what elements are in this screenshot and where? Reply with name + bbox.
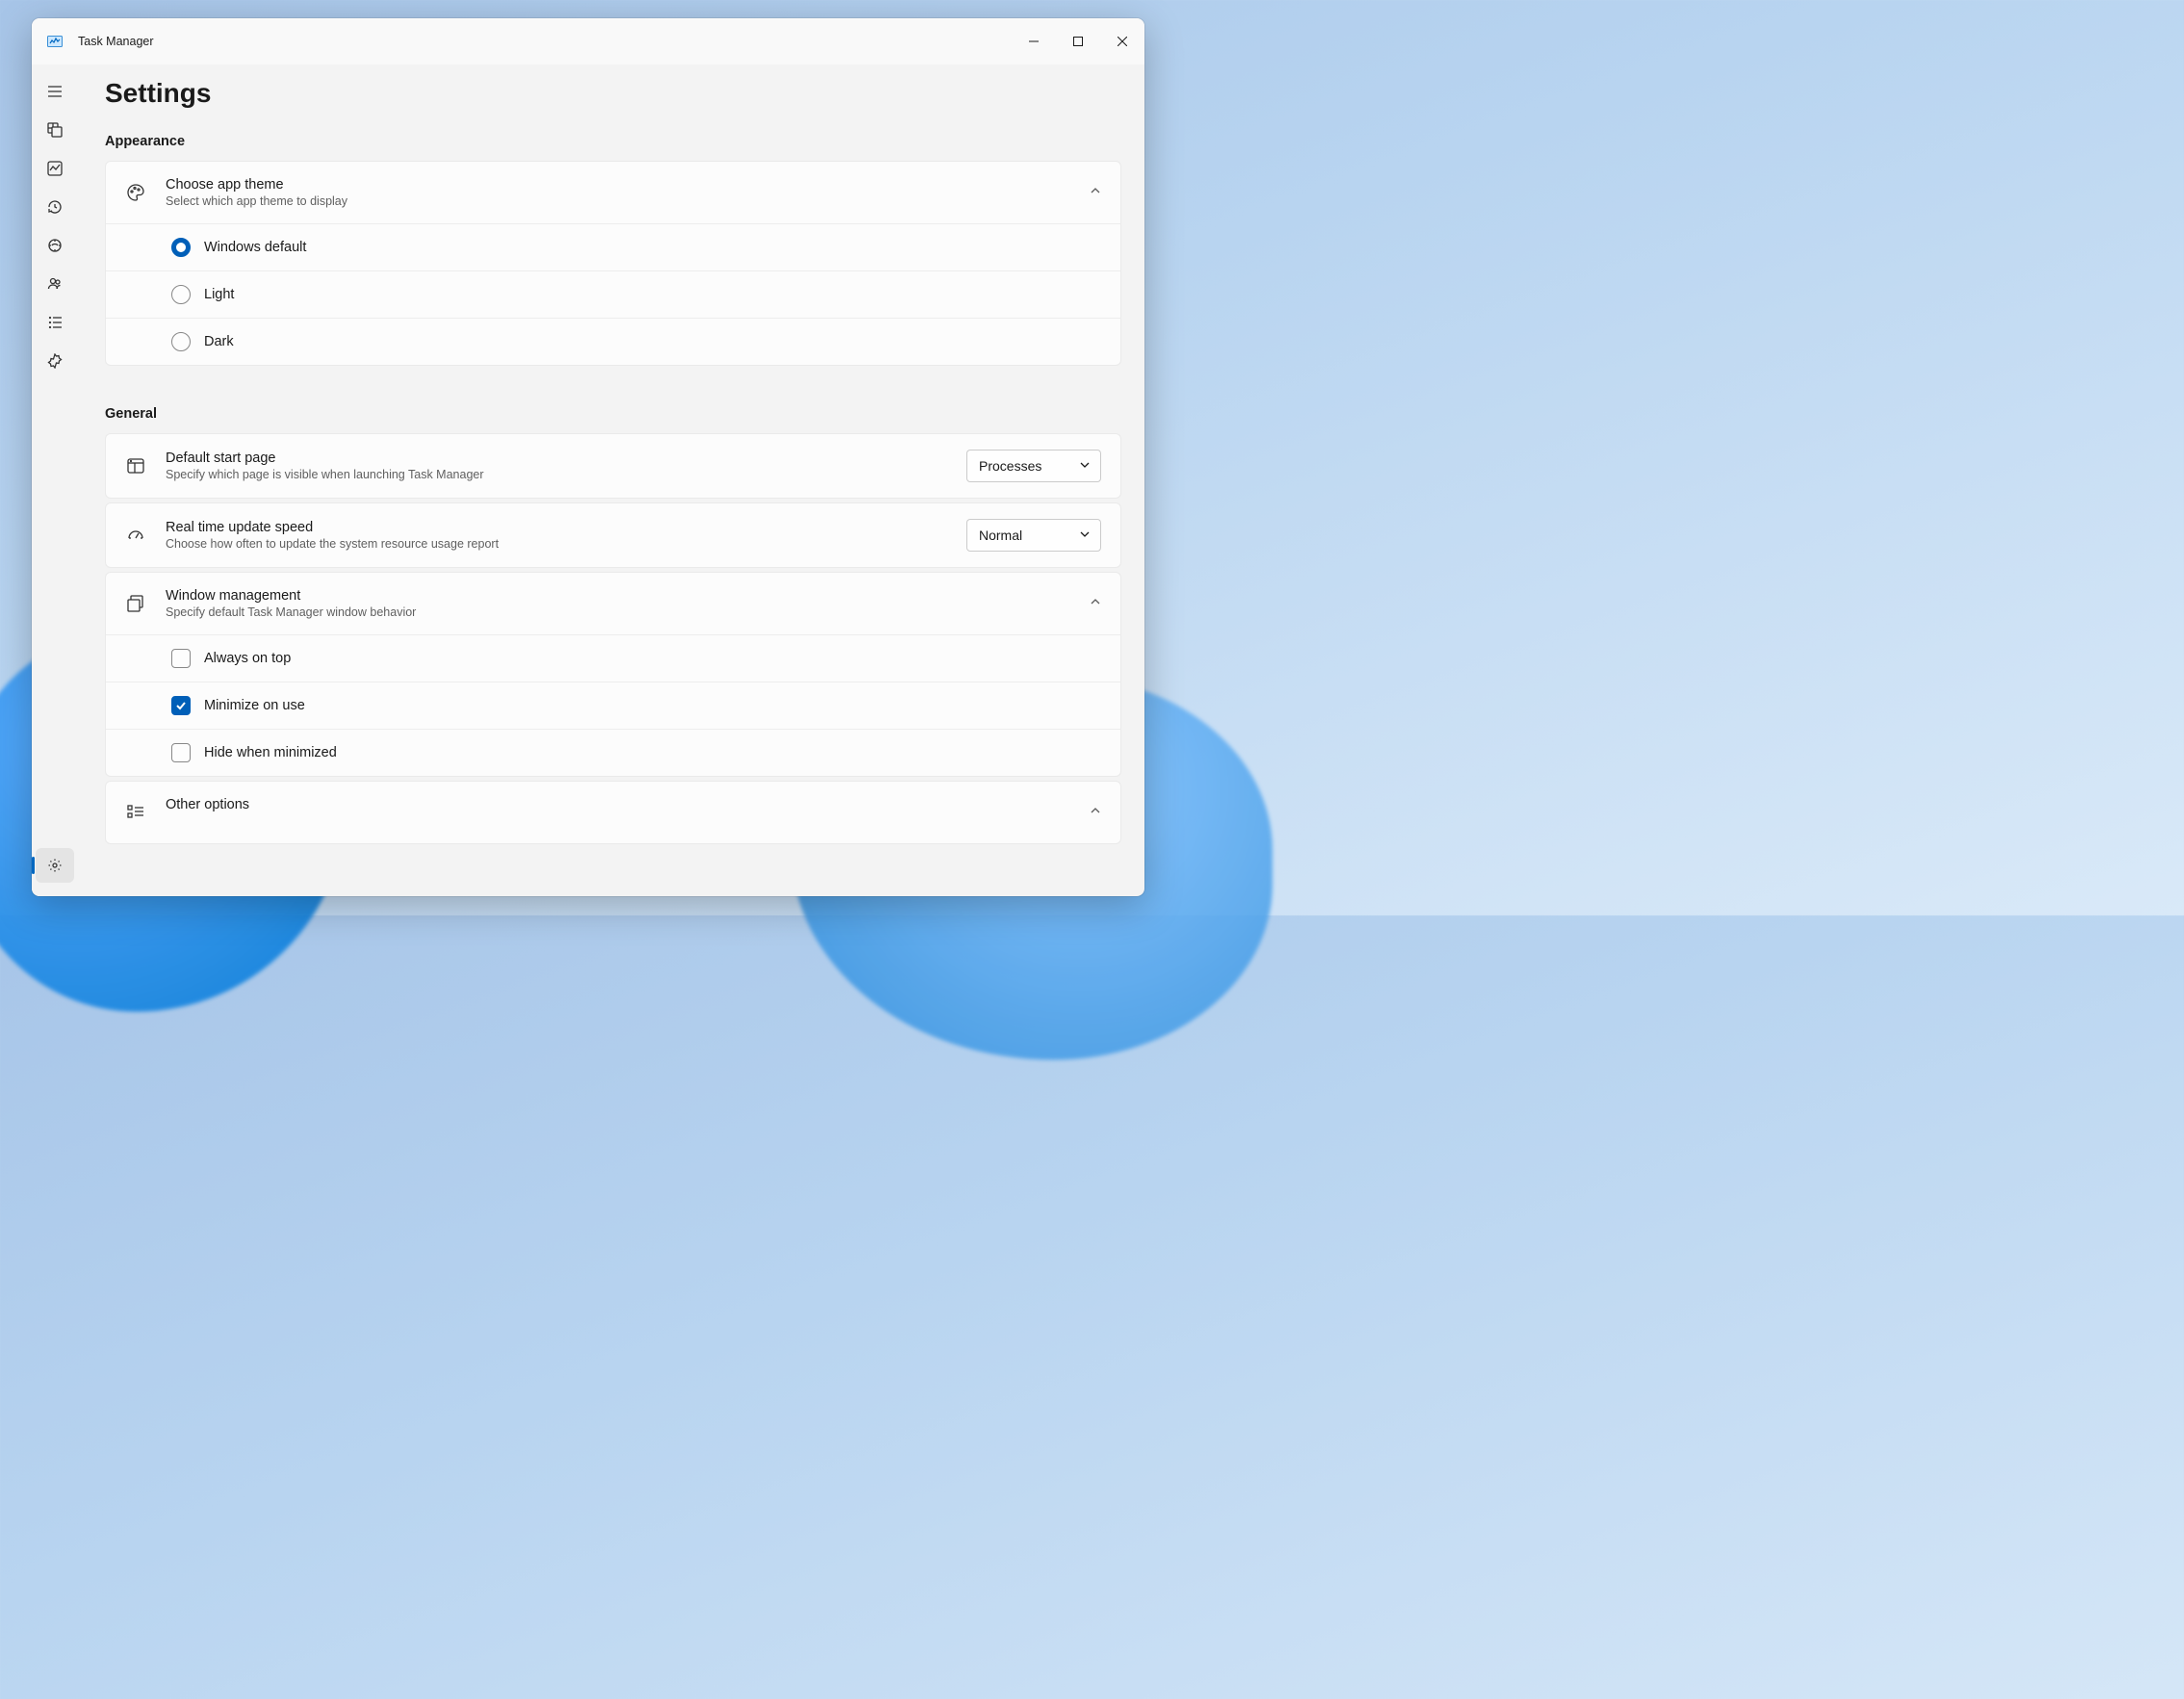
radio-icon[interactable]: [171, 238, 191, 257]
option-label: Minimize on use: [204, 698, 305, 713]
maximize-button[interactable]: [1056, 18, 1100, 64]
option-hide-when-minimized[interactable]: Hide when minimized: [106, 729, 1120, 776]
start-page-subtitle: Specify which page is visible when launc…: [166, 468, 947, 481]
other-options-header[interactable]: Other options x: [106, 782, 1120, 843]
sidebar-item-settings[interactable]: [36, 848, 74, 883]
theme-option-label: Windows default: [204, 240, 306, 255]
start-page-card: Default start page Specify which page is…: [105, 433, 1121, 499]
checkbox-icon[interactable]: [171, 649, 191, 668]
chevron-up-icon: [1090, 804, 1101, 821]
option-always-on-top[interactable]: Always on top: [106, 634, 1120, 682]
sidebar-item-services[interactable]: [36, 344, 74, 378]
theme-option-default[interactable]: Windows default: [106, 223, 1120, 270]
section-general-label: General: [105, 406, 1121, 422]
update-speed-card: Real time update speed Choose how often …: [105, 502, 1121, 568]
option-label: Hide when minimized: [204, 745, 337, 760]
theme-title: Choose app theme: [166, 177, 1070, 193]
sidebar-item-processes[interactable]: [36, 113, 74, 147]
list-icon: [125, 802, 146, 823]
sidebar-item-app-history[interactable]: [36, 190, 74, 224]
other-options-title: Other options: [166, 797, 1070, 812]
update-speed-subtitle: Choose how often to update the system re…: [166, 537, 947, 551]
window-title: Task Manager: [78, 35, 154, 48]
sidebar-item-performance[interactable]: [36, 151, 74, 186]
window-controls: [1012, 18, 1144, 64]
page-icon: [125, 455, 146, 476]
titlebar[interactable]: Task Manager: [32, 18, 1144, 64]
chevron-up-icon: [1090, 595, 1101, 612]
update-speed-header: Real time update speed Choose how often …: [106, 503, 1120, 567]
main-content: Settings Appearance Choose app theme Sel…: [78, 64, 1144, 896]
minimize-button[interactable]: [1012, 18, 1056, 64]
dropdown-value: Normal: [979, 528, 1062, 543]
window-icon: [125, 593, 146, 614]
theme-card-header[interactable]: Choose app theme Select which app theme …: [106, 162, 1120, 223]
theme-card: Choose app theme Select which app theme …: [105, 161, 1121, 366]
radio-icon[interactable]: [171, 332, 191, 351]
update-speed-dropdown[interactable]: Normal: [966, 519, 1101, 552]
theme-option-label: Light: [204, 287, 234, 302]
settings-scroll-area[interactable]: Appearance Choose app theme Select which…: [78, 116, 1144, 896]
window-management-subtitle: Specify default Task Manager window beha…: [166, 605, 1070, 619]
app-icon: [47, 34, 63, 49]
sidebar-item-details[interactable]: [36, 305, 74, 340]
hamburger-menu-button[interactable]: [36, 74, 74, 109]
chevron-down-icon: [1079, 458, 1091, 474]
window-management-card: Window management Specify default Task M…: [105, 572, 1121, 777]
sidebar-item-startup-apps[interactable]: [36, 228, 74, 263]
theme-option-light[interactable]: Light: [106, 270, 1120, 318]
theme-option-label: Dark: [204, 334, 234, 349]
update-speed-title: Real time update speed: [166, 520, 947, 535]
gauge-icon: [125, 525, 146, 546]
sidebar-item-users[interactable]: [36, 267, 74, 301]
window-management-header[interactable]: Window management Specify default Task M…: [106, 573, 1120, 634]
theme-option-dark[interactable]: Dark: [106, 318, 1120, 365]
dropdown-value: Processes: [979, 458, 1062, 474]
start-page-header: Default start page Specify which page is…: [106, 434, 1120, 498]
other-options-card: Other options x: [105, 781, 1121, 844]
option-label: Always on top: [204, 651, 291, 666]
theme-subtitle: Select which app theme to display: [166, 194, 1070, 208]
palette-icon: [125, 182, 146, 203]
radio-icon[interactable]: [171, 285, 191, 304]
option-minimize-on-use[interactable]: Minimize on use: [106, 682, 1120, 729]
window-management-title: Window management: [166, 588, 1070, 604]
close-button[interactable]: [1100, 18, 1144, 64]
chevron-down-icon: [1079, 528, 1091, 543]
section-appearance-label: Appearance: [105, 134, 1121, 149]
page-title: Settings: [78, 64, 1144, 116]
task-manager-window: Task Manager: [32, 18, 1144, 896]
sidebar: [32, 64, 78, 896]
checkbox-icon[interactable]: [171, 743, 191, 762]
chevron-up-icon: [1090, 184, 1101, 201]
start-page-dropdown[interactable]: Processes: [966, 450, 1101, 482]
checkbox-icon[interactable]: [171, 696, 191, 715]
start-page-title: Default start page: [166, 450, 947, 466]
